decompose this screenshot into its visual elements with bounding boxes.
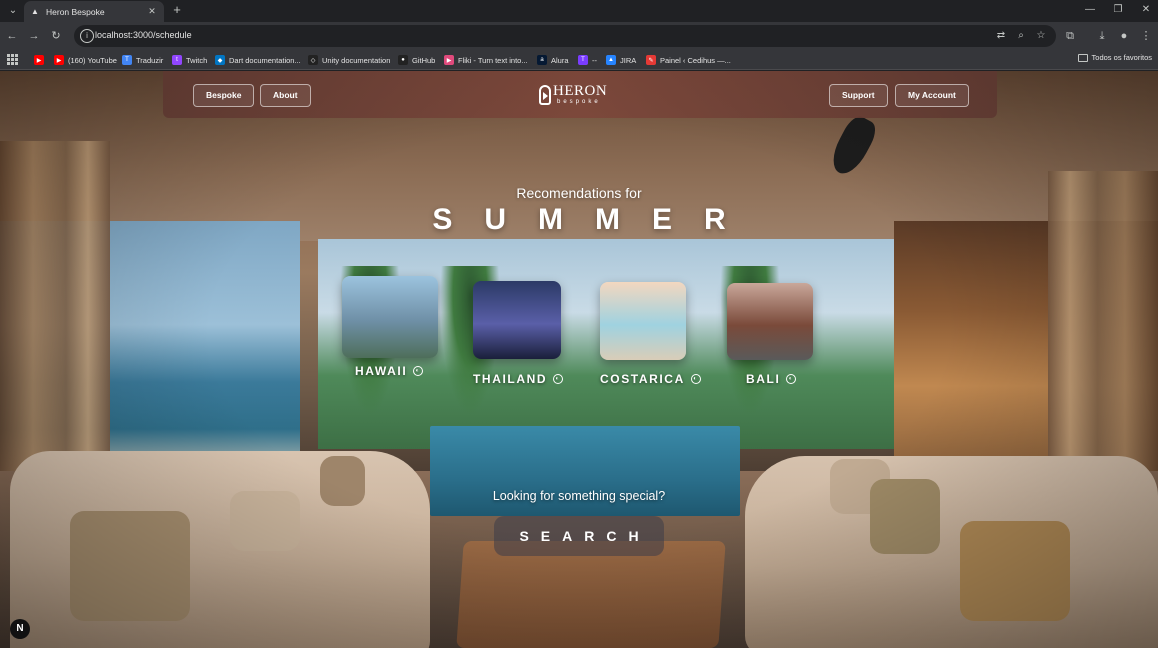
bookmarks-bar: ▶ ▶ (160) YouTube T Traduzir t Twitch ◆ Dart… xyxy=(0,50,1158,70)
address-bar[interactable]: i localhost:3000/schedule ⇄ ⌕ ☆ xyxy=(74,25,1056,47)
destination-label[interactable]: THAILAND ◐ xyxy=(473,372,603,386)
download-icon[interactable]: ⤓ xyxy=(1094,28,1110,44)
youtube-icon: ▶ xyxy=(54,55,64,65)
info-icon: ◐ xyxy=(553,374,564,384)
dart-icon: ◆ xyxy=(215,55,225,65)
profile-icon[interactable]: ● xyxy=(1116,28,1132,44)
jira-icon: ▲ xyxy=(606,55,616,65)
url-text[interactable]: localhost:3000/schedule xyxy=(95,30,192,40)
bookmark-label: Fliki - Turn text into... xyxy=(458,55,528,65)
bookmark-t[interactable]: T -- xyxy=(578,53,597,67)
apps-grid-icon[interactable] xyxy=(7,54,18,65)
page-viewport: Bespoke About HERON bespoke Support My A… xyxy=(0,71,1158,648)
season-title: SUMMER xyxy=(432,203,758,236)
minimize-icon[interactable]: — xyxy=(1076,3,1104,17)
reload-icon[interactable]: ↻ xyxy=(48,28,64,44)
info-icon: ◐ xyxy=(786,374,797,384)
bookmark-label: (160) YouTube xyxy=(68,55,117,65)
forward-icon[interactable]: → xyxy=(26,28,42,44)
browser-toolbar: ← → ↻ i localhost:3000/schedule ⇄ ⌕ ☆ ⧉ … xyxy=(0,22,1158,50)
bookmark-youtube[interactable]: ▶ (160) YouTube xyxy=(54,53,117,67)
bookmark-label: Traduzir xyxy=(136,55,164,65)
tab-search-icon[interactable]: ⌄ xyxy=(6,4,20,18)
destination-name: HAWAII xyxy=(355,364,408,378)
bookmarks-folder-label: Todos os favoritos xyxy=(1091,53,1152,62)
fliki-icon: ▶ xyxy=(444,55,454,65)
bookmark-label: -- xyxy=(592,55,597,65)
heron-logo[interactable]: HERON bespoke xyxy=(539,83,607,107)
destination-name: BALI xyxy=(746,372,781,386)
nextjs-dev-badge[interactable]: N xyxy=(10,619,30,639)
info-icon: ◐ xyxy=(413,366,424,376)
special-prompt: Looking for something special? xyxy=(492,489,666,503)
heron-logo-icon xyxy=(539,85,551,105)
destination-name: COSTARICA xyxy=(600,372,685,386)
destination-image[interactable] xyxy=(342,276,438,358)
github-icon: ● xyxy=(398,55,408,65)
tab-title: Heron Bespoke xyxy=(46,6,105,17)
bookmark-traduzir[interactable]: T Traduzir xyxy=(122,53,163,67)
about-button[interactable]: About xyxy=(260,84,311,107)
close-tab-icon[interactable]: ✕ xyxy=(146,6,158,17)
bookmark-dart[interactable]: ◆ Dart documentation... xyxy=(215,53,301,67)
support-button[interactable]: Support xyxy=(829,84,888,107)
translate-icon[interactable]: ⇄ xyxy=(994,29,1008,43)
all-bookmarks-folder[interactable]: Todos os favoritos xyxy=(1077,53,1152,62)
site-info-icon[interactable]: i xyxy=(80,29,94,43)
destination-label[interactable]: BALI ◐ xyxy=(746,372,876,386)
heron-favicon-icon: ▲ xyxy=(31,7,39,16)
bookmark-jira[interactable]: ▲ JIRA xyxy=(606,53,636,67)
bookmark-youtube-shortcut[interactable]: ▶ xyxy=(34,53,48,67)
translate-icon: T xyxy=(122,55,132,65)
bookmark-github[interactable]: ● GitHub xyxy=(398,53,435,67)
bookmark-label: Painel ‹ Cedihus —... xyxy=(660,55,731,65)
recommendations-subtitle: Recomendations for xyxy=(516,185,642,201)
browser-tab-bar: ⌄ ▲ Heron Bespoke ✕ + — ❐ ✕ xyxy=(0,0,1158,22)
destination-label[interactable]: HAWAII ◐ xyxy=(355,364,485,378)
logo-subtitle: bespoke xyxy=(557,99,601,105)
extensions-icon[interactable]: ⧉ xyxy=(1062,28,1078,44)
bookmark-star-icon[interactable]: ☆ xyxy=(1034,29,1048,43)
youtube-icon: ▶ xyxy=(34,55,44,65)
destination-name: THAILAND xyxy=(473,372,548,386)
info-icon: ◐ xyxy=(690,374,701,384)
unity-icon: ◇ xyxy=(308,55,318,65)
destination-image[interactable] xyxy=(727,283,813,360)
pin-icon: ✎ xyxy=(646,55,656,65)
browser-tab[interactable]: ▲ Heron Bespoke ✕ xyxy=(24,1,164,22)
bookmark-twitch[interactable]: t Twitch xyxy=(172,53,207,67)
bookmark-alura[interactable]: a Alura xyxy=(537,53,569,67)
menu-icon[interactable]: ⋮ xyxy=(1138,28,1154,44)
twitch-icon: t xyxy=(172,55,182,65)
alura-icon: a xyxy=(537,55,547,65)
destination-image[interactable] xyxy=(600,282,686,360)
logo-name: HERON xyxy=(553,83,608,99)
new-tab-icon[interactable]: + xyxy=(170,3,184,17)
bookmark-fliki[interactable]: ▶ Fliki - Turn text into... xyxy=(444,53,528,67)
bookmark-label: Twitch xyxy=(186,55,208,65)
bespoke-button[interactable]: Bespoke xyxy=(193,84,255,107)
folder-icon xyxy=(1077,53,1088,62)
restore-icon[interactable]: ❐ xyxy=(1104,3,1132,17)
t-icon: T xyxy=(578,55,588,65)
destination-label[interactable]: COSTARICA ◐ xyxy=(600,372,730,386)
bookmark-label: Dart documentation... xyxy=(229,55,301,65)
bookmark-label: Unity documentation xyxy=(322,55,391,65)
background-vignette xyxy=(0,71,1158,648)
bookmark-label: Alura xyxy=(551,55,569,65)
close-window-icon[interactable]: ✕ xyxy=(1132,3,1158,17)
bookmark-label: JIRA xyxy=(620,55,637,65)
back-icon[interactable]: ← xyxy=(4,28,20,44)
zoom-icon[interactable]: ⌕ xyxy=(1014,29,1028,43)
bookmark-unity[interactable]: ◇ Unity documentation xyxy=(308,53,390,67)
bookmark-painel[interactable]: ✎ Painel ‹ Cedihus —... xyxy=(646,53,731,67)
bookmark-label: GitHub xyxy=(412,55,436,65)
my-account-button[interactable]: My Account xyxy=(895,84,969,107)
site-header: Bespoke About HERON bespoke Support My A… xyxy=(163,71,997,118)
search-button[interactable]: SEARCH xyxy=(494,516,664,556)
destination-image[interactable] xyxy=(473,281,561,359)
